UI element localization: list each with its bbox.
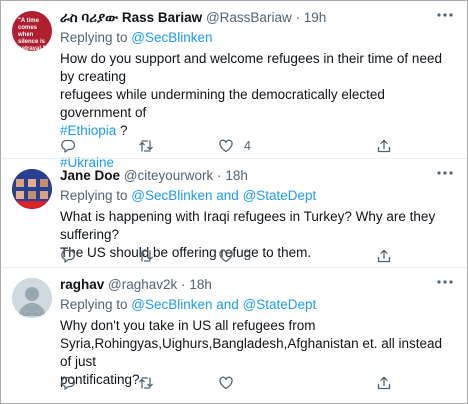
avatar[interactable] <box>12 278 52 318</box>
reply-icon <box>61 376 76 390</box>
mention-link[interactable]: @SecBlinken and @StateDept <box>131 297 316 312</box>
retweet-button[interactable] <box>138 248 154 264</box>
tweet[interactable]: Jane Doe @citeyourwork · 18h Replying to… <box>2 159 467 266</box>
like-count: 3 <box>244 249 251 263</box>
tweet-text-line: Why don't you take in US all refugees fr… <box>60 318 316 333</box>
share-icon <box>377 139 391 153</box>
reply-button[interactable] <box>60 375 76 391</box>
author-name[interactable]: raghav <box>60 277 104 292</box>
like-button[interactable] <box>218 375 234 391</box>
like-button[interactable]: 3 <box>218 248 251 264</box>
reply-button[interactable] <box>60 248 76 264</box>
tweet-header: ራስ ባሪያው Rass Bariaw @RassBariaw · 19h <box>60 9 455 27</box>
avatar[interactable] <box>12 169 52 209</box>
timeline-frame: "A time comes when silence is betrayal."… <box>0 0 468 404</box>
like-count: 4 <box>244 139 251 153</box>
tweet[interactable]: "A time comes when silence is betrayal."… <box>2 1 467 170</box>
retweet-icon <box>139 140 153 152</box>
avatar-image <box>12 169 52 209</box>
avatar-text: "A time comes when silence is betrayal." <box>18 18 46 51</box>
like-icon <box>219 376 233 390</box>
tweet-text-line: What is happening with Iraqi refugees in… <box>60 209 436 242</box>
tweet-text-line: How do you support and welcome refugees … <box>60 51 442 84</box>
author-name[interactable]: Jane Doe <box>60 168 120 183</box>
share-button[interactable] <box>376 248 392 264</box>
share-icon <box>377 376 391 390</box>
share-button[interactable] <box>376 375 392 391</box>
tweet-header: raghav @raghav2k · 18h <box>60 276 455 294</box>
retweet-button[interactable] <box>138 375 154 391</box>
author-handle[interactable]: @citeyourwork <box>124 168 213 183</box>
hashtag-link[interactable]: #Ethiopia <box>60 123 116 138</box>
replying-prefix: Replying to <box>60 30 132 45</box>
timestamp[interactable]: 19h <box>304 10 327 25</box>
like-icon <box>219 249 233 263</box>
reply-icon <box>61 249 76 263</box>
tweet-header: Jane Doe @citeyourwork · 18h <box>60 167 455 185</box>
tweet-body: raghav @raghav2k · 18h Replying to @SecB… <box>60 276 455 389</box>
separator: · <box>217 168 222 183</box>
retweet-icon <box>139 377 153 389</box>
author-handle[interactable]: @RassBariaw <box>206 10 292 25</box>
tweet-text-fragment: ? <box>116 123 128 138</box>
replying-to: Replying to @SecBlinken <box>60 29 455 47</box>
replying-to: Replying to @SecBlinken and @StateDept <box>60 187 455 205</box>
timestamp[interactable]: 18h <box>225 168 248 183</box>
avatar[interactable]: "A time comes when silence is betrayal." <box>12 11 52 51</box>
replying-prefix: Replying to <box>60 297 132 312</box>
share-icon <box>377 249 391 263</box>
tweet-text-line: refugees while undermining the democrati… <box>60 87 385 120</box>
tweet-actions <box>60 375 455 391</box>
tweet-actions: 3 <box>60 248 455 264</box>
tweet-text-line: Syria,Rohingyas,Uighurs,Bangladesh,Afgha… <box>60 336 442 369</box>
retweet-icon <box>139 250 153 262</box>
mention-link[interactable]: @SecBlinken <box>131 30 212 45</box>
mention-link[interactable]: @SecBlinken and @StateDept <box>131 188 316 203</box>
timestamp[interactable]: 18h <box>189 277 212 292</box>
tweet-actions: 4 <box>60 138 455 154</box>
retweet-button[interactable] <box>138 138 154 154</box>
separator: · <box>295 10 300 25</box>
separator: · <box>181 277 186 292</box>
replying-prefix: Replying to <box>60 188 132 203</box>
replying-to: Replying to @SecBlinken and @StateDept <box>60 296 455 314</box>
reply-icon <box>61 139 76 153</box>
author-handle[interactable]: @raghav2k <box>108 277 177 292</box>
tweet[interactable]: raghav @raghav2k · 18h Replying to @SecB… <box>2 268 467 403</box>
like-icon <box>219 139 233 153</box>
author-name[interactable]: ራስ ባሪያው Rass Bariaw <box>60 10 202 25</box>
reply-button[interactable] <box>60 138 76 154</box>
default-avatar-icon <box>12 278 52 318</box>
share-button[interactable] <box>376 138 392 154</box>
like-button[interactable]: 4 <box>218 138 251 154</box>
